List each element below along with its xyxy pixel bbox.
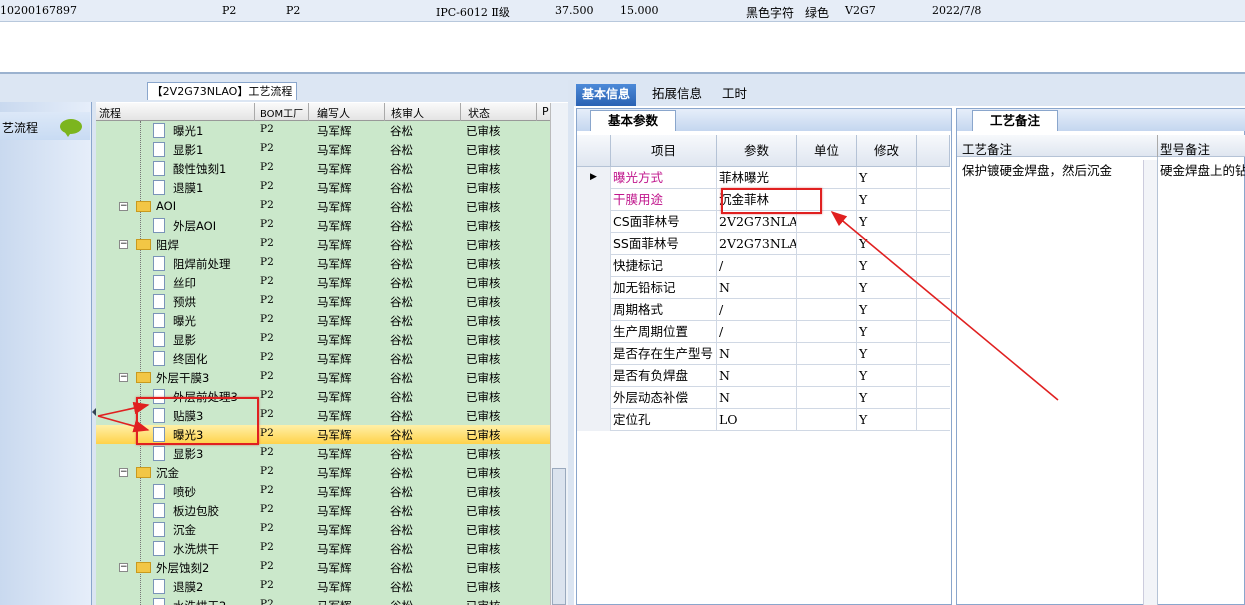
annotation-arrows (97, 210, 1059, 433)
annotation-arrow-3 (830, 210, 1059, 401)
annotation-arrow-2 (97, 415, 150, 433)
annotation-arrow-1 (97, 401, 150, 417)
